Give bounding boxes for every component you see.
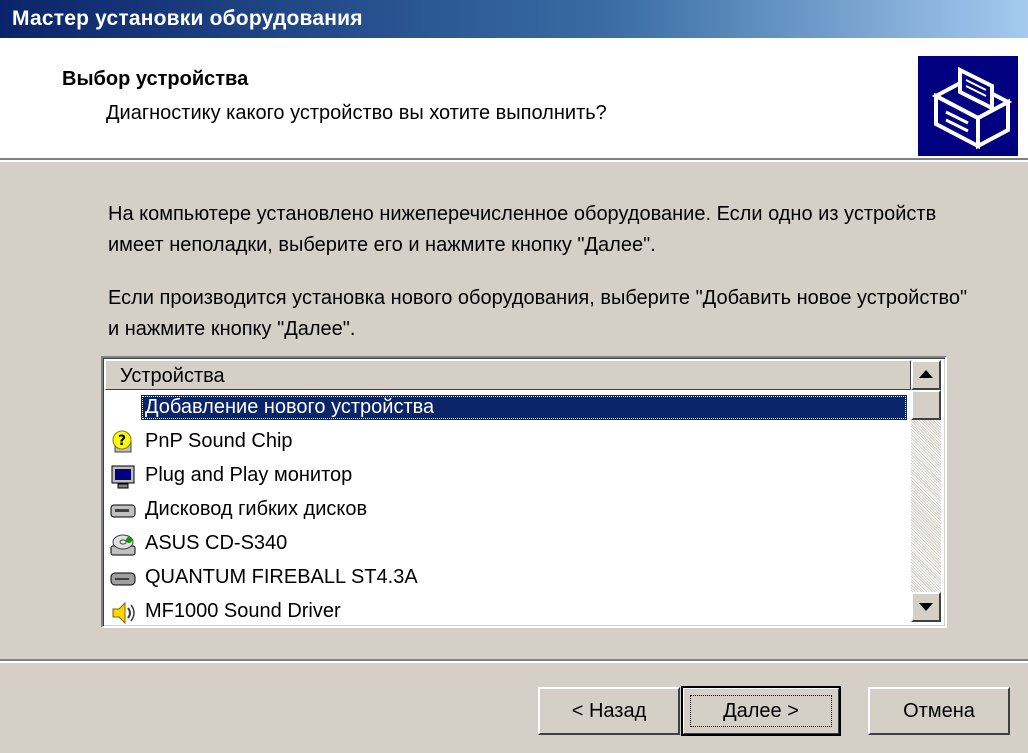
list-item[interactable]: Дисковод гибких дисков — [105, 494, 911, 528]
list-item-label: Plug and Play монитор — [145, 464, 353, 486]
device-rows: Добавление нового устройства ? PnP Sound… — [105, 392, 911, 626]
unknown-device-icon: ? — [109, 430, 137, 456]
focus-rectangle — [690, 695, 832, 727]
list-item-label: Добавление нового устройства — [141, 395, 907, 420]
cancel-button[interactable]: Отмена — [868, 687, 1010, 735]
back-button[interactable]: < Назад — [538, 687, 680, 735]
list-item[interactable]: Добавление нового устройства — [105, 392, 911, 426]
monitor-icon — [109, 464, 137, 490]
list-item[interactable]: MF1000 Sound Driver — [105, 596, 911, 626]
new-device-paragraph: Если производится установка нового обору… — [108, 287, 968, 340]
list-item-label: PnP Sound Chip — [145, 430, 293, 452]
cd-drive-icon — [109, 532, 137, 558]
speaker-icon — [109, 600, 137, 626]
scroll-up-button[interactable] — [911, 360, 941, 390]
device-list[interactable]: Устройства Добавление нового устройства … — [101, 356, 947, 628]
list-item[interactable]: QUANTUM FIREBALL ST4.3A — [105, 562, 911, 596]
window-title: Мастер установки оборудования — [12, 7, 363, 30]
column-header-devices[interactable]: Устройства — [105, 360, 911, 390]
wizard-header: Выбор устройства Диагностику какого устр… — [0, 38, 1028, 158]
arrow-down-icon — [919, 603, 933, 611]
list-item[interactable]: Plug and Play монитор — [105, 460, 911, 494]
hardware-wizard-icon — [918, 56, 1018, 156]
scroll-down-button[interactable] — [911, 592, 941, 622]
next-button[interactable]: Далее > — [681, 686, 841, 736]
title-bar[interactable]: Мастер установки оборудования — [0, 0, 1028, 38]
hardware-wizard-window: Мастер установки оборудования Выбор устр… — [0, 0, 1028, 753]
column-header-label: Устройства — [120, 365, 225, 387]
list-item[interactable]: ? PnP Sound Chip — [105, 426, 911, 460]
page-subtitle: Диагностику какого устройство вы хотите … — [106, 102, 607, 124]
list-item-label: ASUS CD-S340 — [145, 532, 288, 554]
svg-text:?: ? — [118, 433, 126, 449]
scrollbar-thumb[interactable] — [911, 390, 941, 420]
hard-disk-icon — [109, 566, 137, 592]
list-item-label: MF1000 Sound Driver — [145, 600, 341, 622]
vertical-scrollbar[interactable] — [911, 360, 941, 622]
list-item-label: Дисковод гибких дисков — [145, 498, 368, 520]
header-divider — [0, 158, 1028, 162]
list-item-label: QUANTUM FIREBALL ST4.3A — [145, 566, 418, 588]
arrow-up-icon — [919, 370, 933, 378]
page-title: Выбор устройства — [62, 68, 249, 90]
floppy-drive-icon — [109, 498, 137, 524]
instructions-paragraph: На компьютере установлено нижеперечислен… — [108, 203, 937, 256]
list-item[interactable]: ASUS CD-S340 — [105, 528, 911, 562]
footer-divider — [0, 659, 1028, 663]
